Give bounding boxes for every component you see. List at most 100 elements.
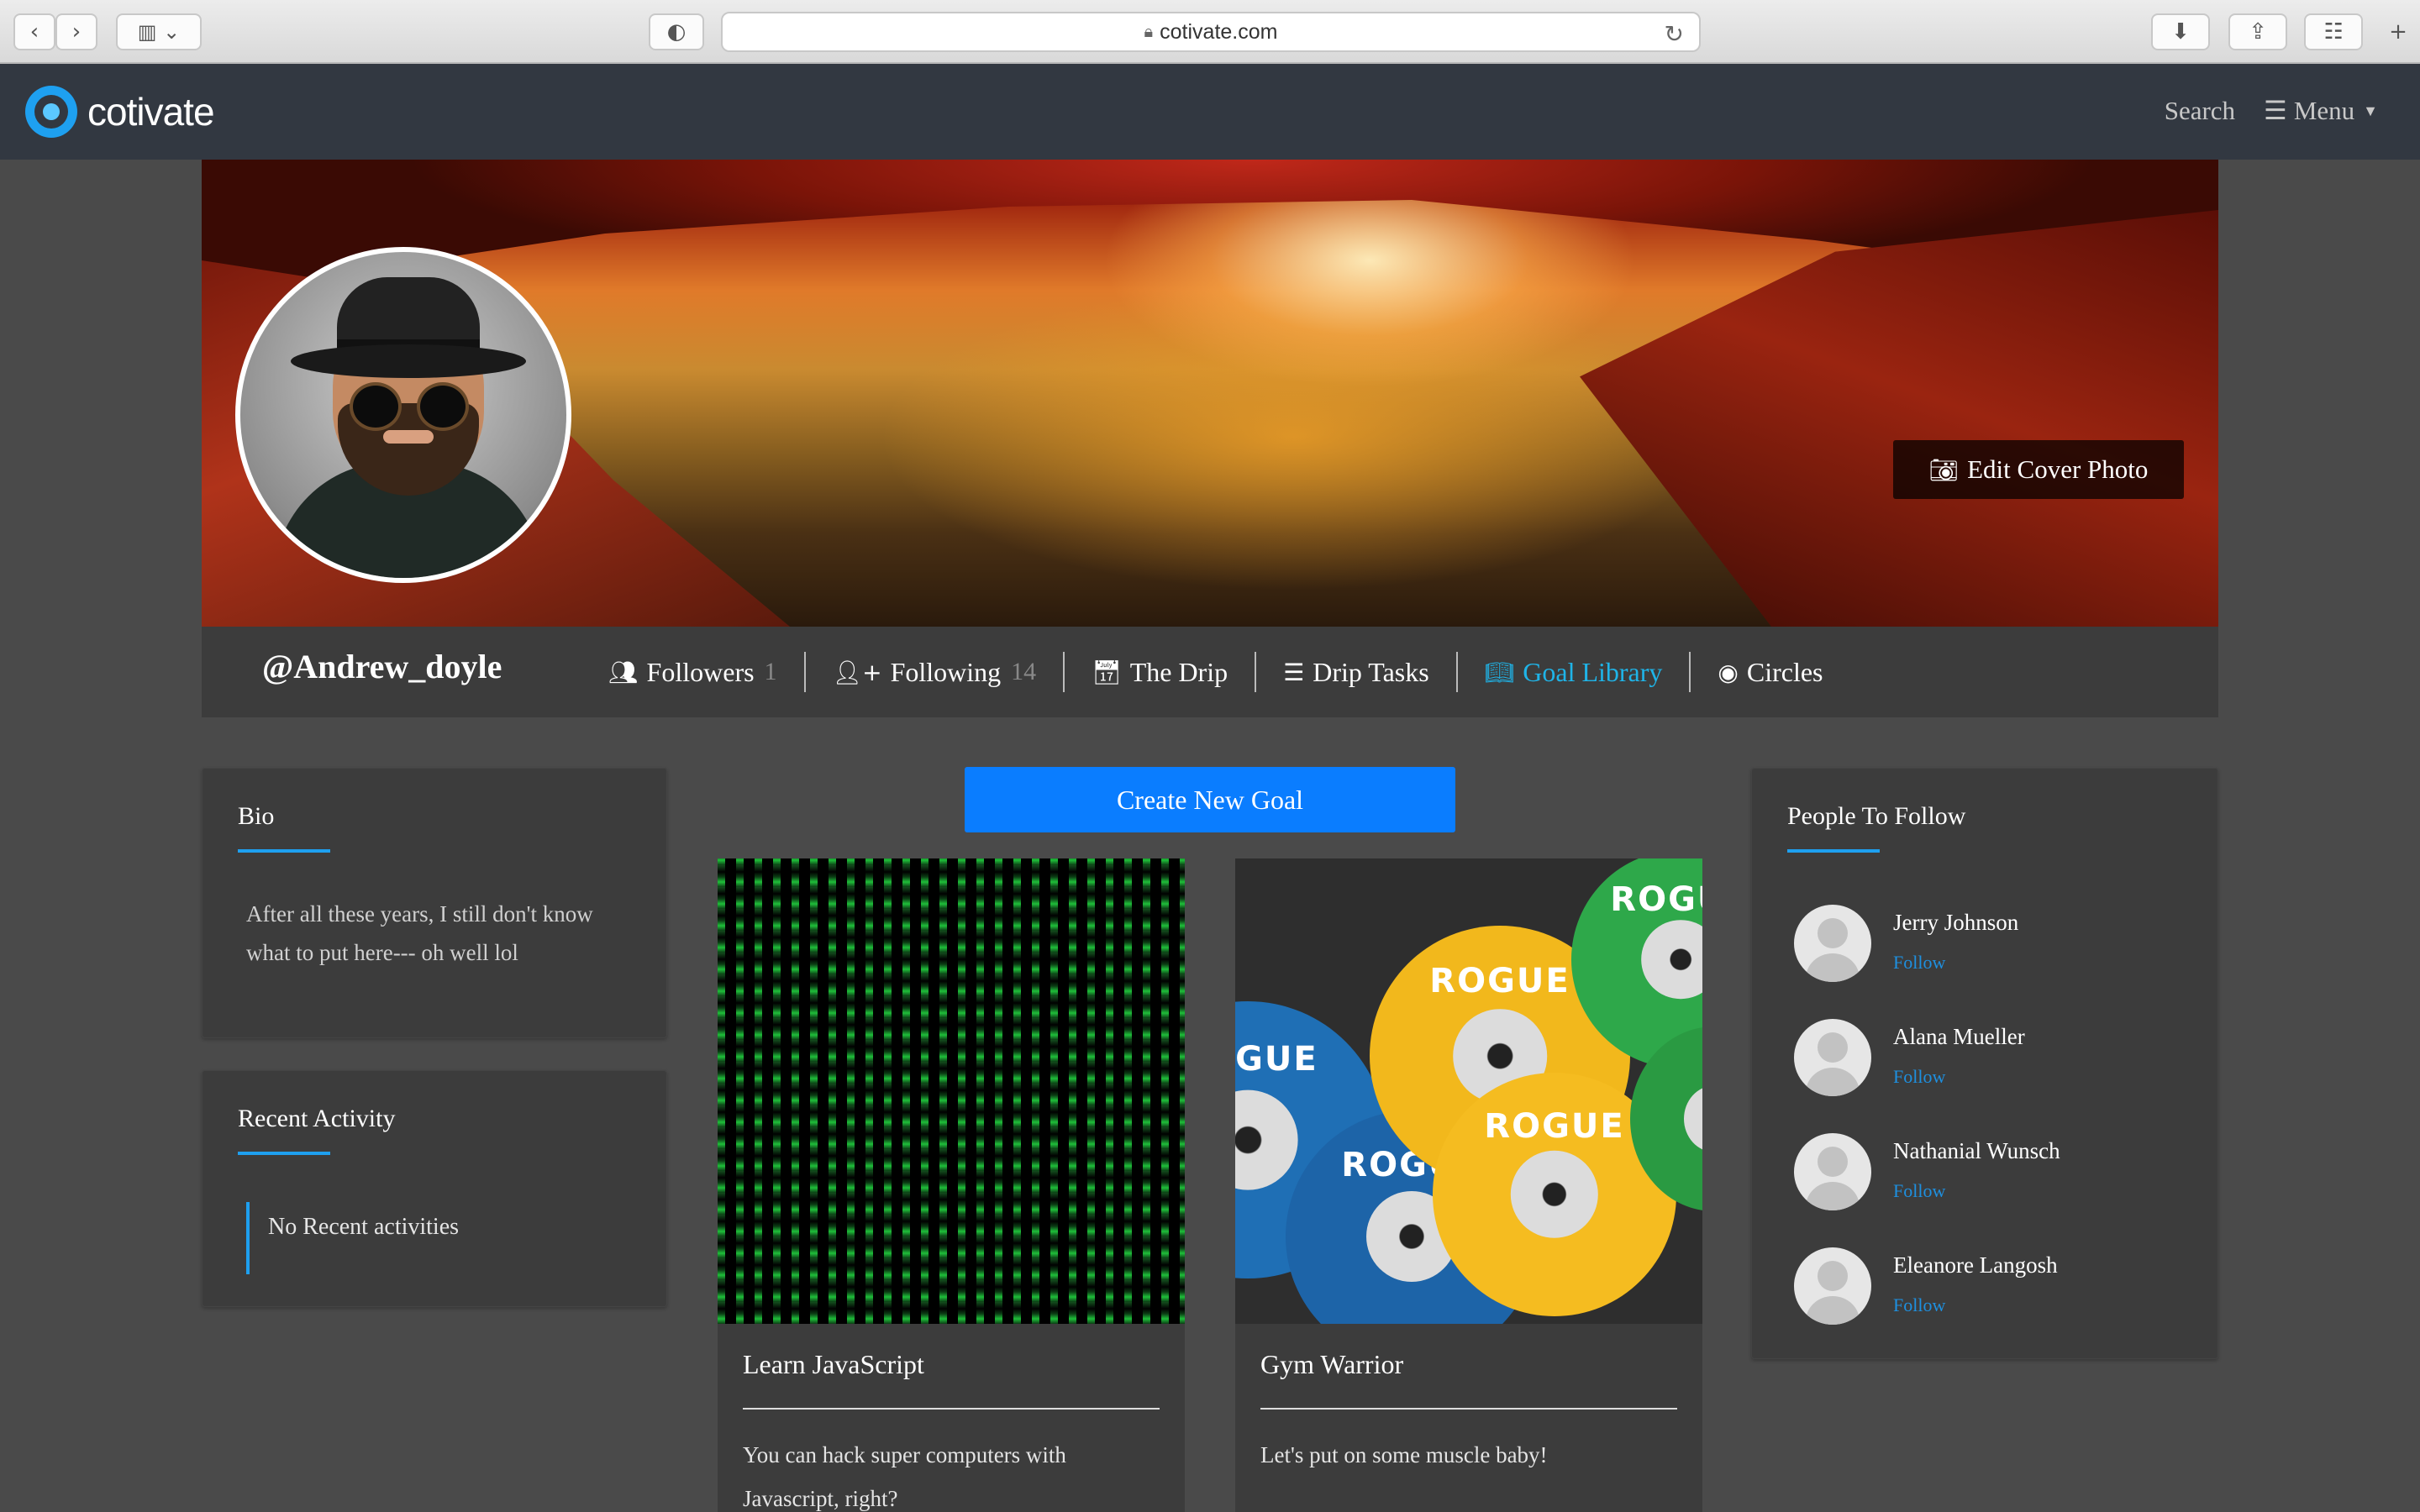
tab-label: Following bbox=[890, 656, 1002, 687]
calendar-check-icon: 📅︎ bbox=[1092, 658, 1122, 686]
logo[interactable]: cotivate bbox=[25, 86, 215, 138]
avatar-glasses-left bbox=[350, 382, 402, 431]
person-name[interactable]: Eleanore Langosh bbox=[1893, 1252, 2058, 1278]
address-bar[interactable]: 🔒︎ cotivate.com ↻ bbox=[721, 12, 1701, 52]
nav-menu-button[interactable]: ☰ Menu ▼ bbox=[2264, 96, 2378, 126]
shield-icon: ◐ bbox=[666, 19, 687, 45]
caret-down-icon: ▼ bbox=[2363, 102, 2378, 119]
share-button[interactable]: ⇪ bbox=[2228, 13, 2287, 50]
plate-brand-text: ROGUE bbox=[1235, 1040, 1318, 1079]
person-avatar-icon[interactable] bbox=[1794, 1247, 1871, 1325]
goal-image-weight-plates: ROGUE ROGUE ROGUE ROGUE ROGUE bbox=[1235, 858, 1702, 1324]
follow-link[interactable]: Follow bbox=[1893, 952, 1945, 974]
bio-title: Bio bbox=[238, 802, 275, 830]
create-new-goal-button[interactable]: Create New Goal bbox=[965, 767, 1455, 832]
people-to-follow-underline bbox=[1787, 849, 1880, 853]
follow-link[interactable]: Follow bbox=[1893, 1294, 1945, 1316]
tab-drip-tasks[interactable]: ☰ Drip Tasks bbox=[1256, 652, 1458, 692]
new-tab-button[interactable]: + bbox=[2380, 13, 2417, 50]
username: @Andrew_doyle bbox=[262, 648, 502, 685]
logo-mark-icon bbox=[25, 86, 77, 138]
person-name[interactable]: Nathanial Wunsch bbox=[1893, 1138, 2060, 1164]
goal-divider bbox=[1260, 1408, 1677, 1410]
people-to-follow-card: People To Follow Jerry Johnson Follow Al… bbox=[1751, 768, 2218, 1359]
tab-circles[interactable]: ◉ Circles bbox=[1691, 652, 1849, 692]
downloads-button[interactable]: ⬇︎ bbox=[2151, 13, 2210, 50]
plate-brand-text: ROGUE bbox=[1610, 880, 1702, 920]
bio-text: After all these years, I still don't kno… bbox=[246, 901, 593, 965]
app-navbar: cotivate Search ☰ Menu ▼ bbox=[0, 64, 2420, 160]
goal-card-learn-javascript[interactable]: Learn JavaScript You can hack super comp… bbox=[718, 858, 1185, 1512]
tab-label: Drip Tasks bbox=[1313, 656, 1429, 687]
plus-icon: + bbox=[2389, 19, 2407, 45]
person-avatar-icon[interactable] bbox=[1794, 905, 1871, 982]
person-item: Nathanial Wunsch Follow bbox=[1794, 1133, 2147, 1226]
chevron-left-icon: ‹ bbox=[29, 19, 39, 45]
browser-toolbar: ‹ › ▥ ⌄ ◐ 🔒︎ cotivate.com ↻ ⬇︎ ⇪ ☷ + bbox=[0, 0, 2420, 64]
avatar-glasses-right bbox=[417, 382, 469, 431]
forward-button[interactable]: › bbox=[55, 13, 97, 50]
hamburger-icon: ☰ bbox=[2264, 96, 2287, 126]
tab-goal-library[interactable]: 📖︎ Goal Library bbox=[1458, 652, 1691, 692]
recent-activity-underline bbox=[238, 1152, 330, 1155]
back-button[interactable]: ‹ bbox=[13, 13, 55, 50]
goal-card-gym-warrior[interactable]: ROGUE ROGUE ROGUE ROGUE ROGUE Gym Warrio… bbox=[1235, 858, 1702, 1512]
profile-bar: @Andrew_doyle 👥︎ Followers 1 👤︎+ Followi… bbox=[202, 627, 2218, 717]
goal-title: Learn JavaScript bbox=[743, 1349, 924, 1379]
bio-title-underline bbox=[238, 849, 330, 853]
bio-card: Bio After all these years, I still don't… bbox=[202, 768, 667, 1038]
share-icon: ⇪ bbox=[2249, 19, 2267, 45]
profile-avatar[interactable] bbox=[235, 247, 571, 583]
avatar-hat-brim bbox=[291, 344, 526, 378]
person-item: Jerry Johnson Follow bbox=[1794, 905, 2147, 997]
tab-label: Followers bbox=[646, 656, 755, 687]
profile-tabs: 👥︎ Followers 1 👤︎+ Following 14 📅︎ The D… bbox=[608, 648, 1849, 696]
chevron-right-icon: › bbox=[71, 19, 82, 45]
follow-link[interactable]: Follow bbox=[1893, 1180, 1945, 1202]
cover-rock-right bbox=[1580, 210, 2218, 627]
goal-divider bbox=[743, 1408, 1160, 1410]
nav-search-link[interactable]: Search bbox=[2165, 96, 2235, 126]
person-name[interactable]: Jerry Johnson bbox=[1893, 910, 2018, 936]
recent-activity-card: Recent Activity No Recent activities bbox=[202, 1070, 667, 1307]
tab-overview-button[interactable]: ☷ bbox=[2304, 13, 2363, 50]
recent-activity-title: Recent Activity bbox=[238, 1105, 396, 1132]
nav-actions: Search ☰ Menu ▼ bbox=[2165, 96, 2378, 126]
download-icon: ⬇︎ bbox=[2171, 19, 2190, 45]
person-avatar-icon[interactable] bbox=[1794, 1019, 1871, 1096]
sidebar-icon: ▥ ⌄ bbox=[137, 20, 181, 44]
person-name[interactable]: Alana Mueller bbox=[1893, 1024, 2025, 1050]
task-list-icon: ☰ bbox=[1283, 658, 1305, 686]
tab-label: The Drip bbox=[1129, 656, 1228, 687]
follow-link[interactable]: Follow bbox=[1893, 1066, 1945, 1088]
goal-image-matrix-code bbox=[718, 858, 1185, 1324]
goal-description: You can hack super computers with Javasc… bbox=[743, 1442, 1066, 1511]
logo-text: cotivate bbox=[87, 90, 215, 134]
tab-label: Circles bbox=[1746, 656, 1823, 687]
privacy-shield-button[interactable]: ◐ bbox=[649, 13, 704, 50]
tab-the-drip[interactable]: 📅︎ The Drip bbox=[1065, 652, 1257, 692]
reload-icon[interactable]: ↻ bbox=[1665, 20, 1684, 48]
url-text: cotivate.com bbox=[1160, 19, 1278, 44]
recent-activity-empty: No Recent activities bbox=[246, 1202, 459, 1274]
tab-count: 14 bbox=[1011, 658, 1037, 685]
people-to-follow-title: People To Follow bbox=[1787, 802, 1966, 830]
person-item: Alana Mueller Follow bbox=[1794, 1019, 2147, 1111]
book-reader-icon: 📖︎ bbox=[1484, 658, 1515, 686]
tab-following[interactable]: 👤︎+ Following 14 bbox=[806, 652, 1065, 692]
lock-icon: 🔒︎ bbox=[1144, 22, 1154, 41]
user-circle-icon: ◉ bbox=[1718, 658, 1739, 686]
user-plus-icon: 👤︎+ bbox=[832, 658, 882, 686]
tab-label: Goal Library bbox=[1523, 656, 1663, 687]
tab-followers[interactable]: 👥︎ Followers 1 bbox=[608, 652, 806, 692]
menu-label: Menu bbox=[2293, 96, 2355, 125]
goal-description: Let's put on some muscle baby! bbox=[1260, 1442, 1548, 1467]
edit-cover-photo-button[interactable]: 📷︎ Edit Cover Photo bbox=[1893, 440, 2184, 499]
edit-cover-label: Edit Cover Photo bbox=[1967, 454, 2149, 484]
avatar-mouth bbox=[383, 430, 434, 444]
sidebar-toggle-button[interactable]: ▥ ⌄ bbox=[116, 13, 202, 50]
camera-icon: 📷︎ bbox=[1928, 455, 1960, 484]
grid-icon: ☷ bbox=[2323, 19, 2344, 45]
person-avatar-icon[interactable] bbox=[1794, 1133, 1871, 1210]
goal-title: Gym Warrior bbox=[1260, 1349, 1404, 1379]
